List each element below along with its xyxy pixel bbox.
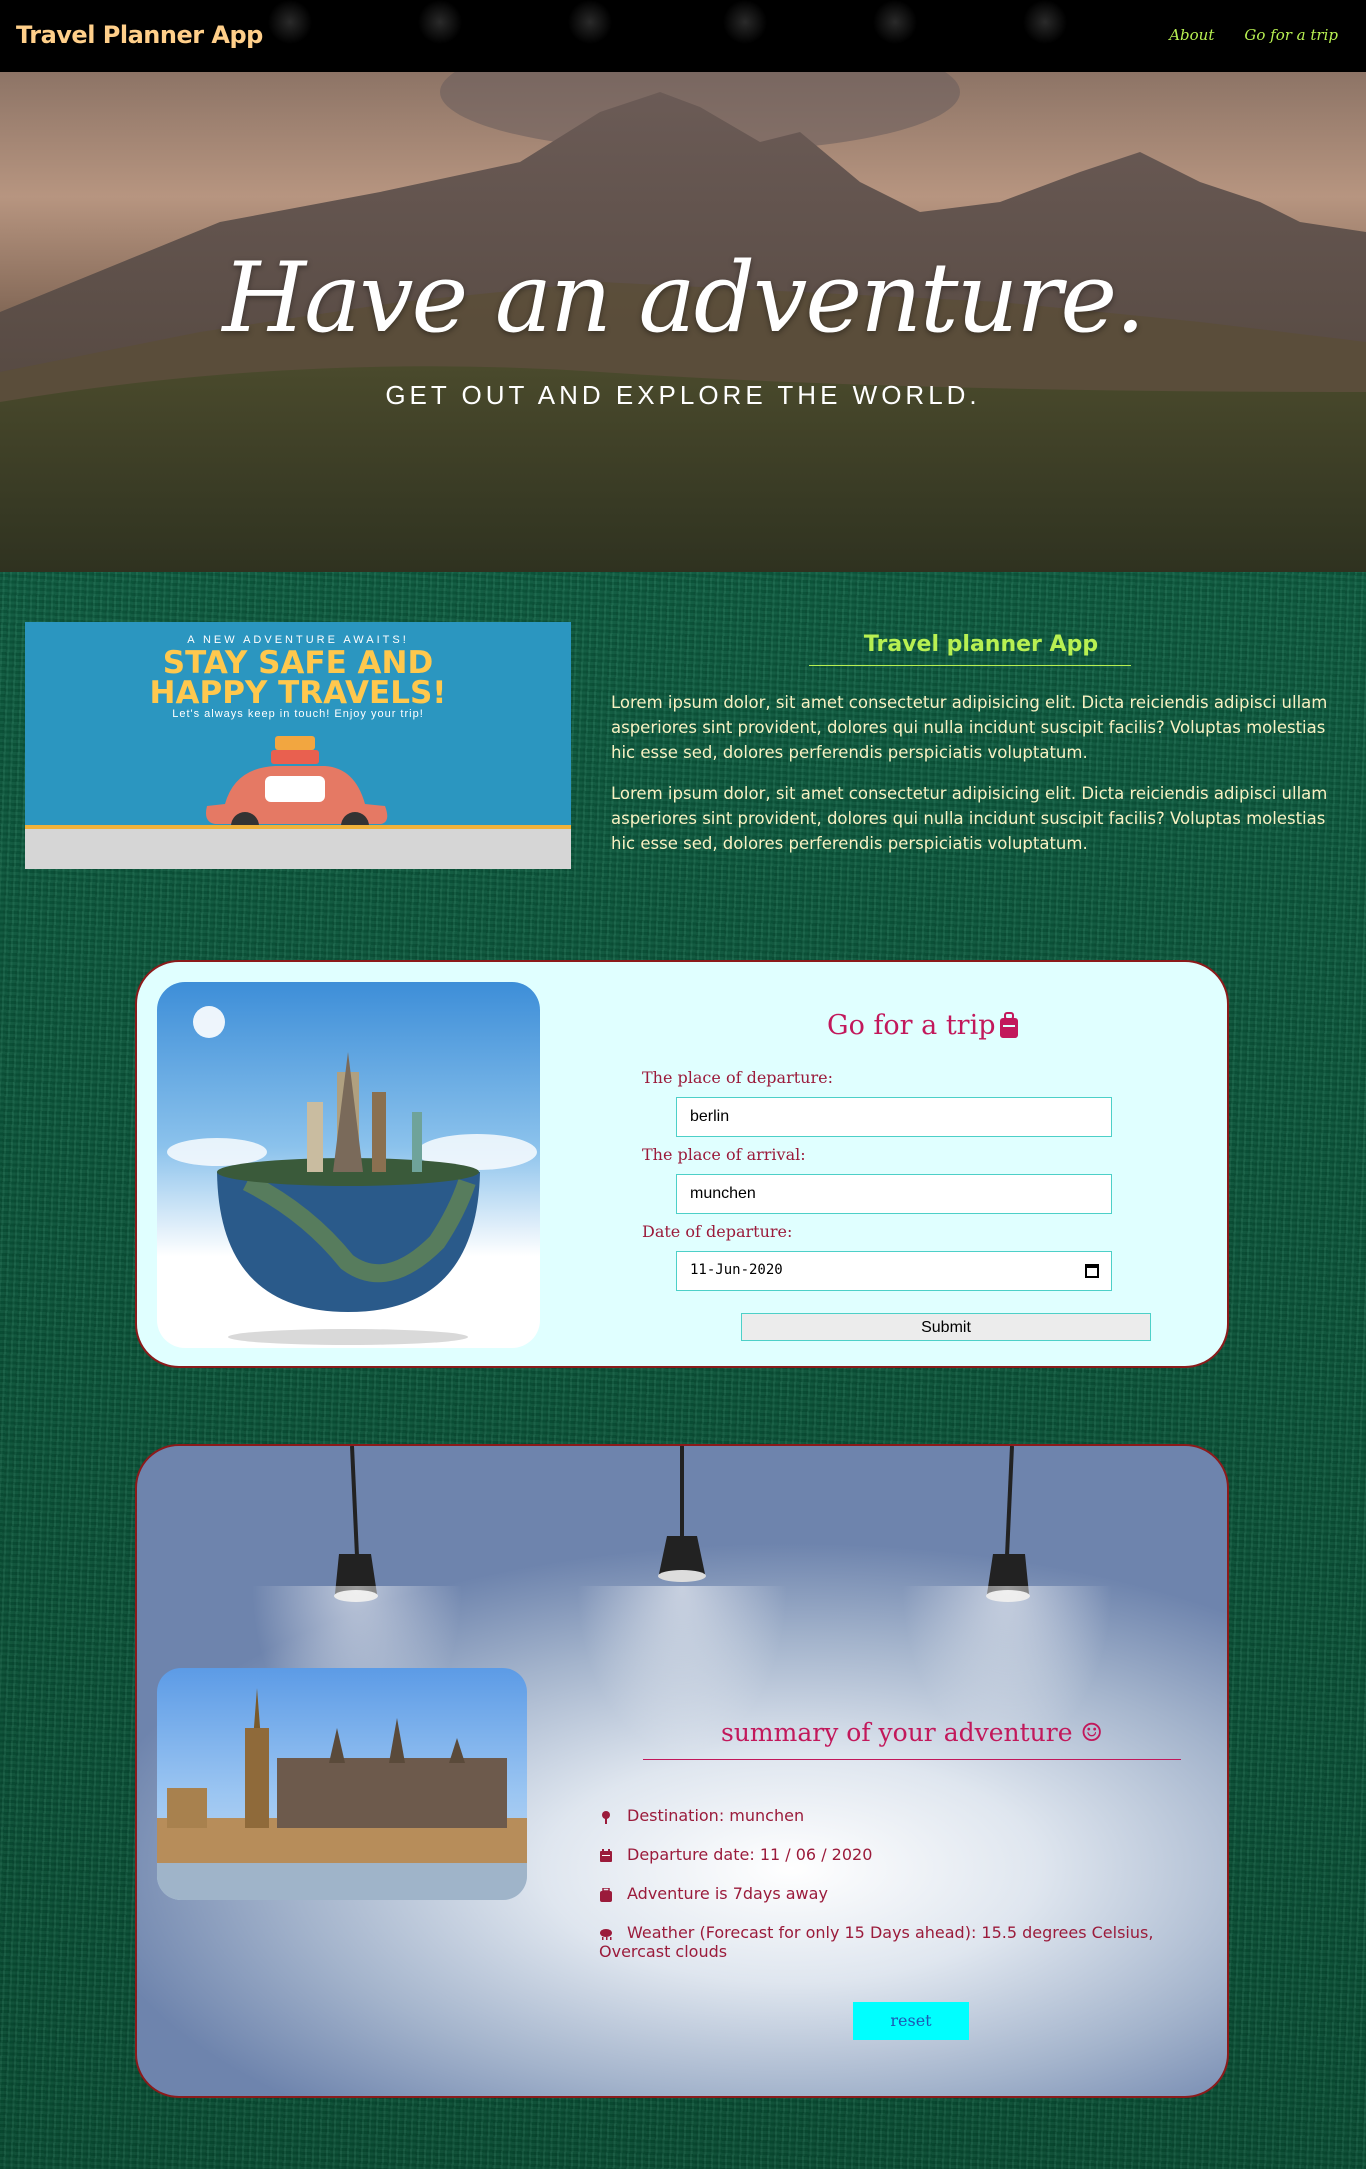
departure-label: The place of departure:	[642, 1068, 833, 1087]
cloud-rain-icon	[600, 1928, 612, 1940]
date-input-value: 11-Jun-2020	[690, 1262, 783, 1278]
world-landmarks-globe-image	[157, 982, 540, 1348]
poster-headline-line1: STAY SAFE AND	[162, 645, 434, 681]
suitcase-icon	[1000, 1012, 1018, 1038]
summary-card: summary of your adventure ☺ Destination:…	[135, 1444, 1229, 2098]
summary-destination: Destination: munchen	[599, 1806, 1179, 1825]
poster-headline: STAY SAFE AND HAPPY TRAVELS!	[25, 645, 571, 711]
summary-days-away: Adventure is 7days away	[599, 1884, 1179, 1903]
map-pin-icon	[602, 1810, 610, 1824]
nav-links: About Go for a trip	[1169, 26, 1338, 44]
summary-days-away-text: Adventure is 7days away	[627, 1884, 828, 1903]
trip-form-card: Go for a trip The place of departure: be…	[135, 960, 1229, 1368]
submit-button[interactable]: Submit	[741, 1313, 1151, 1341]
stay-safe-poster-image: A NEW ADVENTURE AWAITS! STAY SAFE AND HA…	[25, 622, 571, 869]
calendar-picker-icon[interactable]	[1085, 1264, 1099, 1278]
summary-title-divider	[643, 1759, 1181, 1760]
about-title-divider	[809, 665, 1131, 666]
poster-road	[25, 825, 571, 869]
hero-subtitle: GET OUT AND EXPLORE THE WORLD.	[385, 380, 981, 410]
calendar-icon	[600, 1848, 612, 1862]
town-hall-illustration	[157, 1688, 527, 1900]
reset-button[interactable]: reset	[853, 2002, 969, 2040]
about-title: Travel planner App	[863, 632, 1099, 657]
poster-headline-line2: HAPPY TRAVELS!	[149, 675, 447, 711]
nav-link-go-for-a-trip[interactable]: Go for a trip	[1244, 26, 1338, 44]
hero-title: Have an adventure.	[222, 242, 1145, 354]
poster-tagline: Let's always keep in touch! Enjoy your t…	[172, 708, 424, 720]
summary-weather: Weather (Forecast for only 15 Days ahead…	[599, 1923, 1179, 1961]
hero-banner: Have an adventure. GET OUT AND EXPLORE T…	[0, 72, 1366, 572]
summary-weather-text: Weather (Forecast for only 15 Days ahead…	[599, 1923, 1154, 1961]
brand-logo[interactable]: Travel Planner App	[16, 21, 263, 49]
nav-link-about[interactable]: About	[1169, 26, 1214, 44]
form-title: Go for a trip	[827, 1010, 996, 1041]
summary-destination-text: Destination: munchen	[627, 1806, 805, 1825]
date-input[interactable]: 11-Jun-2020	[676, 1251, 1112, 1291]
about-paragraph-2: Lorem ipsum dolor, sit amet consectetur …	[611, 784, 1328, 853]
summary-title: summary of your adventure ☺	[721, 1718, 1103, 1747]
summary-departure-date-text: Departure date: 11 / 06 / 2020	[627, 1845, 873, 1864]
about-section: Travel planner App Lorem ipsum dolor, si…	[611, 632, 1351, 856]
navbar: Travel Planner App About Go for a trip	[0, 0, 1366, 72]
destination-city-image	[157, 1668, 527, 1900]
departure-input[interactable]: berlin	[676, 1097, 1112, 1137]
globe-illustration	[167, 1006, 537, 1345]
arrival-input[interactable]: munchen	[676, 1174, 1112, 1214]
summary-departure-date: Departure date: 11 / 06 / 2020	[599, 1845, 1179, 1864]
date-label: Date of departure:	[642, 1222, 793, 1241]
arrival-label: The place of arrival:	[642, 1145, 806, 1164]
suitcase-icon	[600, 1887, 612, 1902]
about-paragraph-1: Lorem ipsum dolor, sit amet consectetur …	[611, 693, 1328, 762]
